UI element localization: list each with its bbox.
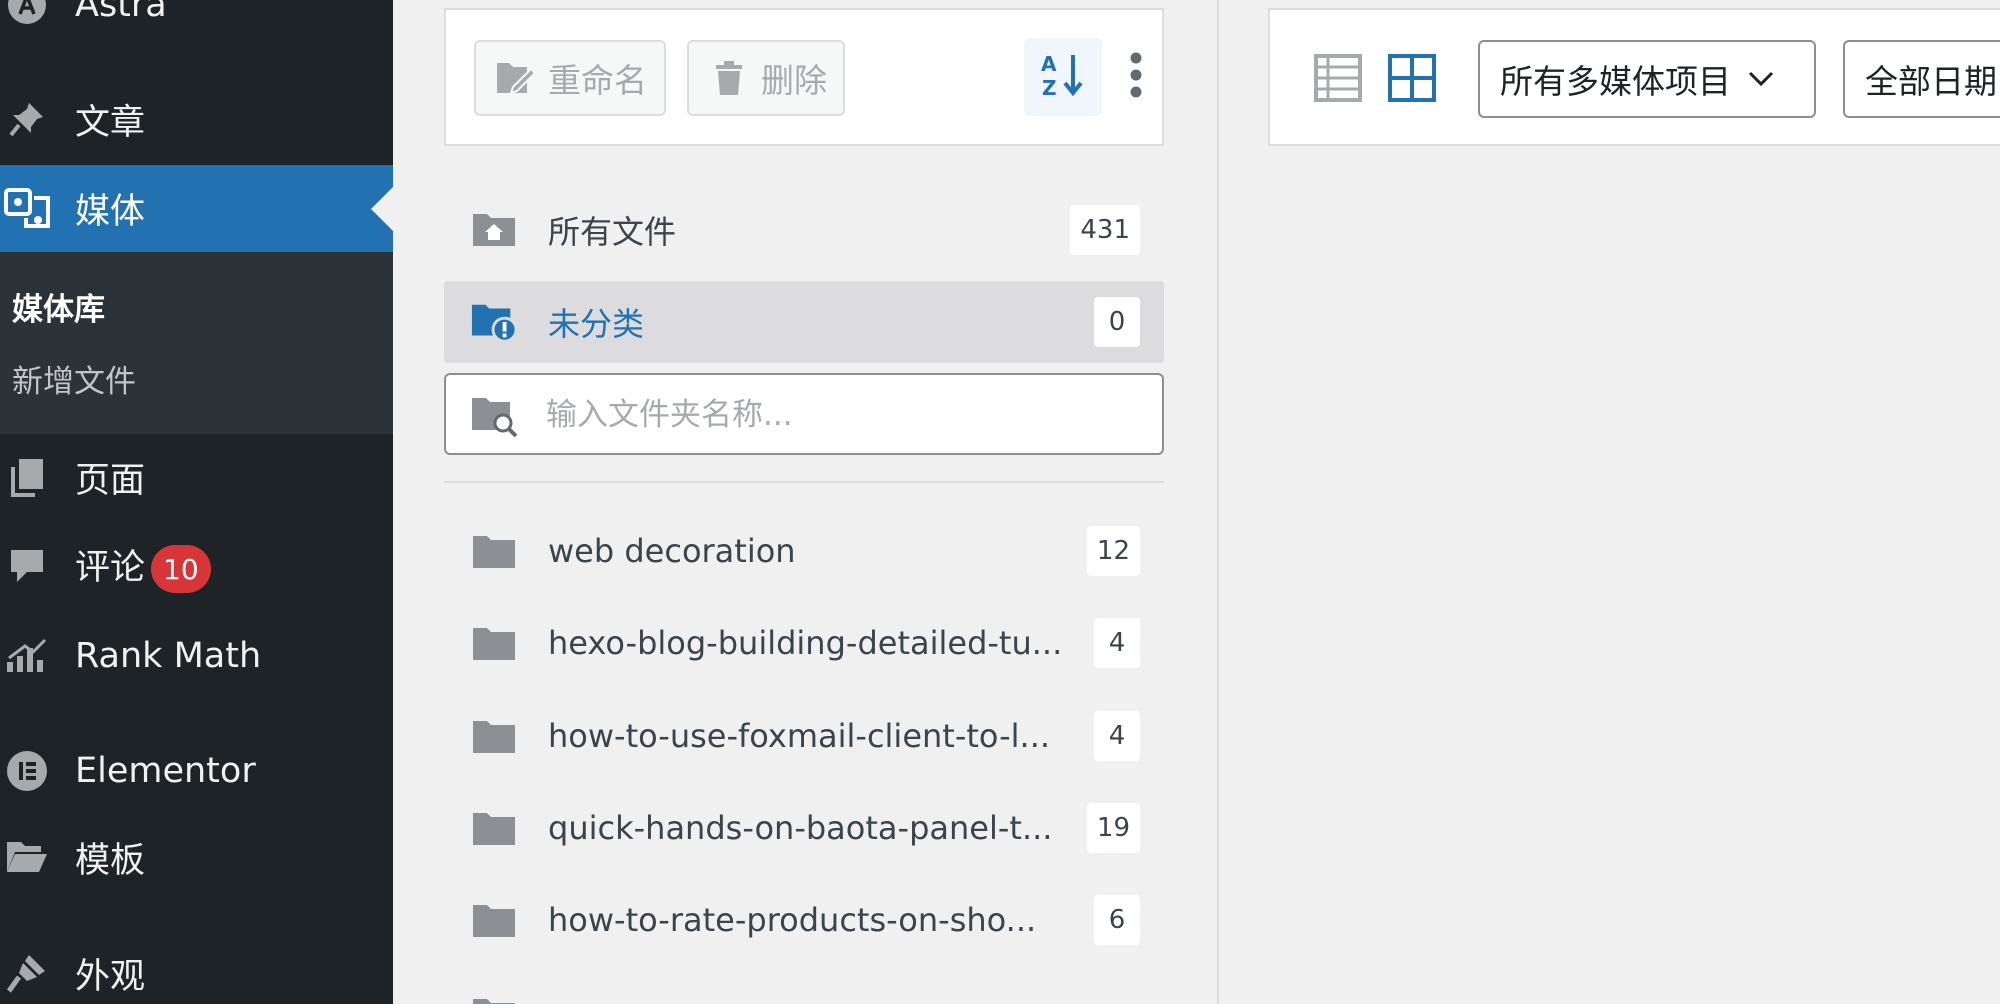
- sidebar-item-posts[interactable]: 文章: [0, 88, 393, 150]
- folder-label: web decoration: [548, 532, 796, 570]
- sidebar-item-rank-math[interactable]: Rank Math: [0, 625, 393, 687]
- admin-sidebar: Astra 文章 媒体 媒体库 新增文件 页面 评论 10 Rank Math …: [0, 0, 393, 1004]
- sidebar-item-label: 外观: [75, 956, 146, 997]
- sidebar-item-label: 页面: [75, 460, 146, 501]
- folder-label: how-to-rate-products-on-sho...: [548, 901, 1037, 939]
- folder-item[interactable]: how-to-use-foxmail-client-to-l... 4: [444, 695, 1164, 777]
- folder-count: 12: [1086, 526, 1140, 576]
- folder-toolbar: 重命名 删除 AZ: [444, 8, 1164, 146]
- folder-count: 19: [1086, 803, 1140, 853]
- media-type-filter[interactable]: 所有多媒体项目: [1478, 40, 1816, 118]
- folder-item[interactable]: hexo-blog-building-detailed-tu... 4: [444, 602, 1164, 684]
- folder-icon: [470, 619, 518, 667]
- folder-item[interactable]: how-to-rate-products-on-sho... 6: [444, 879, 1164, 961]
- folder-home-icon: [470, 206, 518, 254]
- brush-icon: [4, 950, 50, 996]
- submenu-item-library[interactable]: 媒体库: [12, 284, 105, 329]
- sidebar-item-label: 评论: [75, 548, 146, 588]
- folder-count: 4: [1094, 711, 1140, 761]
- folder-search-input[interactable]: [546, 385, 1146, 445]
- media-submenu: 媒体库 新增文件: [0, 252, 393, 434]
- sidebar-item-label: 文章: [75, 102, 146, 143]
- folder-all-files[interactable]: 所有文件 431: [444, 189, 1164, 271]
- sidebar-item-label: Astra: [75, 0, 167, 25]
- folder-item-partial[interactable]: [444, 984, 1164, 1004]
- pages-icon: [4, 454, 50, 500]
- comment-icon: [4, 543, 50, 589]
- media-date-filter[interactable]: 全部日期: [1843, 40, 2000, 118]
- sidebar-item-appearance[interactable]: 外观: [0, 942, 393, 1004]
- sort-az-button[interactable]: AZ: [1024, 38, 1102, 116]
- grid-view-icon: [1388, 54, 1436, 106]
- rename-label: 重命名: [548, 61, 647, 100]
- folder-label: 未分类: [548, 305, 645, 343]
- submenu-item-add-new[interactable]: 新增文件: [12, 356, 136, 401]
- folder-label: quick-hands-on-baota-panel-t...: [548, 809, 1053, 847]
- more-vertical-icon: [1129, 52, 1143, 102]
- sidebar-item-elementor[interactable]: Elementor: [0, 740, 393, 802]
- media-icon: [4, 186, 50, 232]
- active-indicator: [371, 186, 393, 231]
- divider: [444, 481, 1164, 483]
- folder-icon: [470, 804, 518, 852]
- sidebar-item-templates[interactable]: 模板: [0, 826, 393, 888]
- folder-label: hexo-blog-building-detailed-tu...: [548, 624, 1063, 662]
- delete-button[interactable]: 删除: [687, 40, 845, 116]
- folder-label: how-to-use-foxmail-client-to-l...: [548, 717, 1051, 755]
- sidebar-item-label: 模板: [75, 840, 146, 881]
- folder-icon: [470, 712, 518, 760]
- trash-icon: [707, 56, 751, 100]
- media-date-filter-value: 全部日期: [1865, 62, 1997, 101]
- folder-edit-icon: [494, 56, 538, 100]
- comment-count-badge: 10: [151, 545, 211, 593]
- sidebar-item-astra[interactable]: Astra: [0, 0, 393, 30]
- folder-count: 6: [1094, 895, 1140, 945]
- rename-button[interactable]: 重命名: [474, 40, 666, 116]
- folder-item[interactable]: quick-hands-on-baota-panel-t... 19: [444, 787, 1164, 869]
- panel-divider: [1217, 0, 1219, 1004]
- folder-icon: [470, 990, 518, 1004]
- sort-az-icon: AZ: [1039, 51, 1087, 103]
- sidebar-item-label: Rank Math: [75, 636, 262, 676]
- elementor-icon: [4, 748, 50, 794]
- svg-text:Z: Z: [1042, 76, 1057, 99]
- chevron-down-icon: [1747, 64, 1777, 94]
- list-view-button[interactable]: [1310, 52, 1366, 108]
- list-view-icon: [1314, 54, 1362, 106]
- folder-count: 4: [1094, 618, 1140, 668]
- folder-uncategorized[interactable]: 未分类 0: [444, 281, 1164, 363]
- sidebar-item-label: 媒体: [75, 192, 146, 232]
- astra-logo-icon: [4, 0, 50, 28]
- folder-alert-icon: [470, 298, 518, 346]
- folder-search-icon: [470, 391, 520, 441]
- folder-icon: [470, 896, 518, 944]
- more-options-button[interactable]: [1118, 38, 1154, 116]
- media-type-filter-value: 所有多媒体项目: [1500, 62, 1731, 101]
- sidebar-item-label: Elementor: [75, 751, 256, 791]
- folder-item[interactable]: web decoration 12: [444, 510, 1164, 592]
- folder-icon: [470, 527, 518, 575]
- sidebar-item-label-wrap: 评论 10: [75, 539, 211, 593]
- folder-search: [444, 373, 1164, 455]
- pin-icon: [4, 96, 50, 142]
- sidebar-item-pages[interactable]: 页面: [0, 446, 393, 508]
- sidebar-item-comments[interactable]: 评论 10: [0, 534, 393, 598]
- folder-count: 431: [1070, 205, 1140, 255]
- grid-view-button[interactable]: [1384, 52, 1440, 108]
- folder-count: 0: [1094, 297, 1140, 347]
- sidebar-item-media[interactable]: 媒体: [0, 165, 393, 252]
- svg-text:A: A: [1041, 52, 1057, 76]
- folder-open-icon: [4, 834, 50, 880]
- delete-label: 删除: [761, 61, 827, 100]
- rank-math-icon: [4, 633, 50, 679]
- media-toolbar: 所有多媒体项目 全部日期: [1268, 8, 2000, 146]
- folder-label: 所有文件: [548, 213, 677, 251]
